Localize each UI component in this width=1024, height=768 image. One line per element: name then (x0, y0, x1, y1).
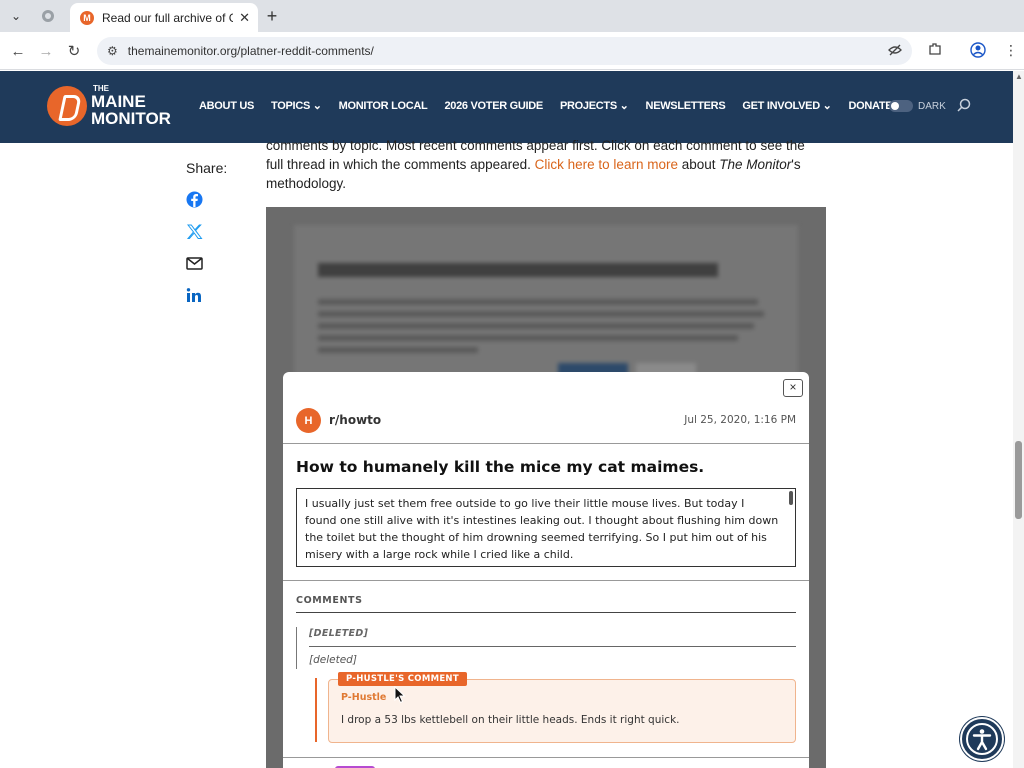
x-icon[interactable] (186, 223, 203, 240)
tab-search-icon[interactable]: ⌄ (6, 6, 26, 26)
inactive-tab-icon[interactable] (38, 6, 58, 26)
nav-monitor-local[interactable]: MONITOR LOCAL (339, 100, 428, 112)
deleted-comment-author: [DELETED] (309, 628, 369, 639)
nav-about-us[interactable]: ABOUT US (199, 100, 254, 112)
extensions-icon[interactable] (928, 42, 942, 59)
back-icon[interactable]: ← (8, 41, 28, 61)
nav-get-involved[interactable]: GET INVOLVED ⌄ (742, 99, 831, 112)
site-header: THE MAINE MONITOR ABOUT US TOPICS ⌄ MONI… (0, 71, 1024, 143)
facebook-icon[interactable] (186, 191, 203, 208)
intro-text: comments by topic. Most recent comments … (266, 136, 826, 193)
divider (283, 757, 809, 758)
intro-line-3: methodology. (266, 176, 347, 191)
mouse-cursor-icon (394, 685, 406, 704)
scroll-up-icon[interactable]: ▲ (1015, 72, 1023, 81)
post-title: How to humanely kill the mice my cat mai… (296, 458, 705, 476)
scrollbar-thumb[interactable] (1015, 441, 1022, 519)
tab-active[interactable]: M Read our full archive of Graham ✕ (70, 3, 258, 32)
logo-monitor: MONITOR (91, 109, 171, 128)
tracking-eye-icon[interactable] (888, 44, 902, 59)
dark-label: DARK (918, 100, 946, 112)
nav-voter-guide[interactable]: 2026 VOTER GUIDE (444, 100, 543, 112)
accessibility-button[interactable] (960, 717, 1004, 761)
tab-close-icon[interactable]: ✕ (239, 10, 250, 26)
avatar: H (296, 408, 321, 433)
email-icon[interactable] (186, 255, 203, 272)
intro-monitor: The Monitor (719, 157, 792, 172)
logo-maine: MAINE (91, 92, 146, 111)
reload-icon[interactable]: ↻ (64, 41, 84, 61)
nav-newsletters[interactable]: NEWSLETTERS (646, 100, 726, 112)
archive-embed-card (294, 225, 798, 385)
intro-about: about (677, 157, 720, 172)
address-url[interactable]: themainemonitor.org/platner-reddit-comme… (128, 44, 374, 58)
share-label: Share: (186, 160, 228, 176)
divider (309, 646, 796, 647)
browser-toolbar: ← → ↻ ⚙ themainemonitor.org/platner-redd… (0, 32, 1024, 70)
modal-close-button[interactable]: × (783, 379, 803, 397)
divider (283, 443, 809, 444)
toggle-switch[interactable] (889, 100, 913, 112)
divider (283, 580, 809, 581)
subreddit-name: r/howto (329, 413, 382, 427)
linkedin-icon[interactable] (186, 287, 203, 304)
comment-modal: × H r/howto Jul 25, 2020, 1:16 PM How to… (283, 372, 809, 768)
accessibility-icon (966, 723, 998, 755)
new-tab-icon[interactable]: + (262, 6, 282, 26)
post-date: Jul 25, 2020, 1:16 PM (684, 414, 796, 426)
intro-line-2: full thread in which the comments appear… (266, 157, 535, 172)
intro-apostrophe: 's (791, 157, 801, 172)
comment-badge: P-HUSTLE'S COMMENT (338, 672, 467, 686)
comments-heading: COMMENTS (296, 595, 363, 606)
logo-mark-icon (47, 86, 87, 126)
browser-menu-icon[interactable]: ⋮ (1004, 42, 1018, 59)
site-logo[interactable]: THE MAINE MONITOR (47, 85, 171, 127)
search-icon[interactable] (956, 97, 972, 113)
thread-line (296, 627, 297, 669)
reply-thread-line (315, 678, 317, 742)
site-info-icon[interactable]: ⚙ (107, 44, 118, 58)
comment-author: P-Hustle (341, 692, 387, 703)
deleted-comment-body: [deleted] (309, 654, 357, 666)
tab-title: Read our full archive of Graham (102, 10, 233, 25)
address-bar[interactable]: ⚙ themainemonitor.org/platner-reddit-com… (97, 37, 912, 65)
divider (296, 612, 796, 613)
post-body-text: I usually just set them free outside to … (305, 497, 779, 561)
post-body[interactable]: I usually just set them free outside to … (296, 488, 796, 567)
nav-topics[interactable]: TOPICS ⌄ (271, 99, 322, 112)
page-scrollbar[interactable]: ▲ (1013, 71, 1024, 768)
forward-icon[interactable]: → (36, 41, 56, 61)
browser-tabbar: ⌄ M Read our full archive of Graham ✕ + (0, 0, 1024, 32)
dark-mode-toggle[interactable]: DARK (889, 100, 946, 112)
main-nav: ABOUT US TOPICS ⌄ MONITOR LOCAL 2026 VOT… (199, 99, 909, 113)
comment-text: I drop a 53 lbs kettlebell on their litt… (341, 714, 680, 726)
learn-more-link[interactable]: Click here to learn more (535, 157, 678, 172)
post-body-scrollbar[interactable] (789, 491, 793, 505)
nav-donate[interactable]: DONATE (849, 100, 893, 112)
intro-line-1: comments by topic. Most recent comments … (266, 138, 805, 153)
profile-icon[interactable] (970, 42, 986, 61)
nav-projects[interactable]: PROJECTS ⌄ (560, 99, 629, 112)
site-favicon-icon: M (80, 10, 94, 25)
